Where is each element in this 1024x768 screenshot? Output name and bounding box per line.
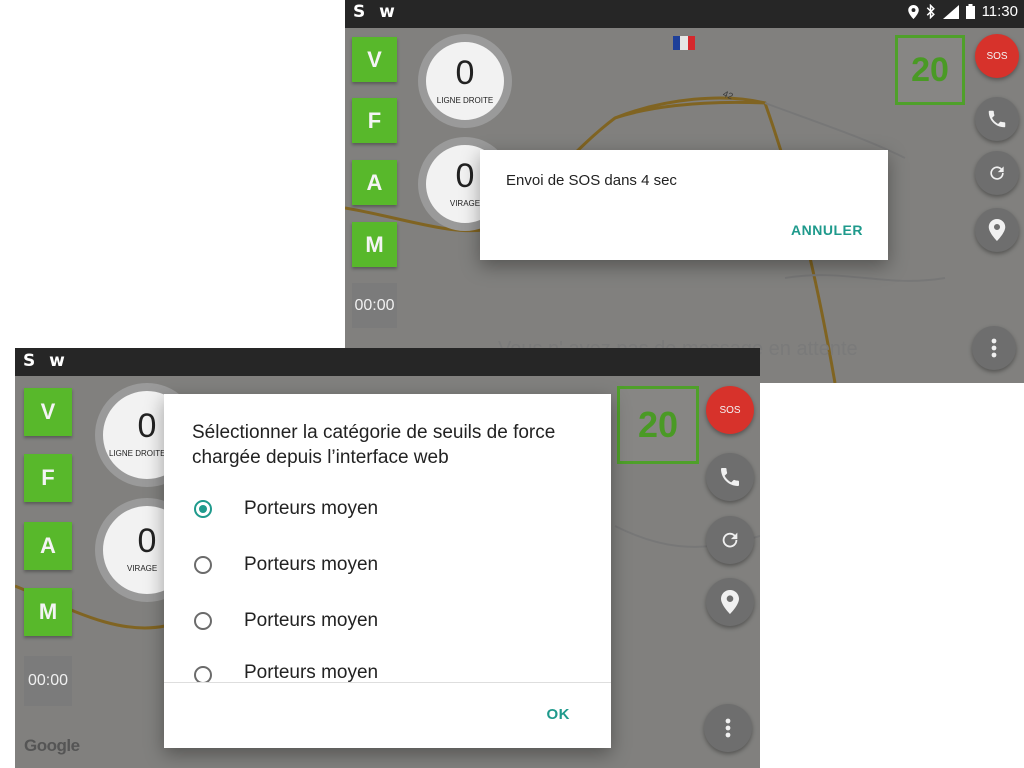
- map-pin-icon: [721, 590, 739, 614]
- sos-button[interactable]: SOS: [706, 386, 754, 434]
- google-attribution: Google: [24, 736, 80, 756]
- dialog-divider: [164, 682, 611, 683]
- radio-unselected[interactable]: [194, 612, 212, 630]
- phone-button[interactable]: [975, 97, 1019, 141]
- location-button[interactable]: [706, 578, 754, 626]
- gauge-value: 0: [455, 54, 475, 92]
- phone-icon: [988, 110, 1006, 128]
- dialog-title: Sélectionner la catégorie de seuils de f…: [192, 422, 556, 468]
- more-button[interactable]: [704, 704, 752, 752]
- location-button[interactable]: [975, 208, 1019, 252]
- more-vert-icon: [725, 718, 731, 738]
- a-button[interactable]: A: [352, 160, 397, 205]
- refresh-icon: [990, 166, 1004, 180]
- bluetooth-icon: [926, 4, 935, 19]
- radio-unselected[interactable]: [194, 556, 212, 574]
- option-label: Porteurs moyen: [244, 662, 379, 682]
- m-button[interactable]: M: [352, 222, 397, 267]
- location-pin-icon: [907, 4, 919, 19]
- timer: 00:00: [352, 283, 397, 328]
- status-time: 11:30: [981, 3, 1018, 20]
- sos-countdown-dialog: Envoi de SOS dans 4 sec ANNULER: [480, 150, 888, 260]
- option-row[interactable]: Porteurs moyen: [194, 550, 378, 580]
- ok-button[interactable]: OK: [547, 706, 571, 723]
- f-button[interactable]: F: [352, 98, 397, 143]
- option-label: Porteurs moyen: [244, 498, 379, 519]
- status-bar: S w: [15, 348, 760, 376]
- app-logo: S w: [353, 2, 399, 22]
- radio-selected[interactable]: [194, 500, 212, 518]
- category-dialog: Sélectionner la catégorie de seuils de f…: [164, 394, 611, 748]
- gauge-ligne-droite: 0 LIGNE DROITE: [418, 34, 512, 128]
- more-vert-icon: [991, 338, 997, 358]
- option-row[interactable]: Porteurs moyen: [194, 606, 378, 636]
- phone-button[interactable]: [706, 453, 754, 501]
- google-logo-text: Google: [24, 736, 80, 755]
- speed-limit: 20: [895, 35, 965, 105]
- option-label: Porteurs moyen: [244, 610, 379, 631]
- app-logo: S w: [23, 351, 69, 371]
- option-label: Porteurs moyen: [244, 554, 379, 575]
- france-flag-icon: [673, 36, 695, 50]
- f-button[interactable]: F: [24, 454, 72, 502]
- sos-countdown-message: Envoi de SOS dans 4 sec: [506, 172, 677, 189]
- status-icons: 11:30: [907, 3, 1018, 20]
- sos-button[interactable]: SOS: [975, 34, 1019, 78]
- phone-icon: [721, 468, 739, 486]
- speed-limit: 20: [617, 386, 699, 464]
- status-bar: S w 11:30: [345, 0, 1024, 28]
- battery-icon: [965, 4, 975, 19]
- m-button[interactable]: M: [24, 588, 72, 636]
- option-row[interactable]: Porteurs moyen: [194, 662, 378, 682]
- a-button[interactable]: A: [24, 522, 72, 570]
- gauge-label: LIGNE DROITE: [436, 96, 494, 105]
- signal-icon: [942, 4, 959, 19]
- v-button[interactable]: V: [352, 37, 397, 82]
- map-pin-icon: [988, 219, 1006, 241]
- option-row[interactable]: Porteurs moyen: [194, 494, 378, 524]
- v-button[interactable]: V: [24, 388, 72, 436]
- cancel-button[interactable]: ANNULER: [791, 222, 863, 238]
- screenshot-sos-countdown: S w 11:30 42 V F A M 00:00 0 LIGNE DROIT…: [345, 0, 1024, 383]
- refresh-button[interactable]: [706, 516, 754, 564]
- more-button[interactable]: [972, 326, 1016, 370]
- screenshot-category-select: S w V F A M 00:00 0 LIGNE DROITE 0 VIRAG…: [15, 348, 760, 768]
- radio-unselected[interactable]: [194, 666, 212, 682]
- timer: 00:00: [24, 656, 72, 706]
- refresh-icon: [722, 532, 738, 548]
- refresh-button[interactable]: [975, 151, 1019, 195]
